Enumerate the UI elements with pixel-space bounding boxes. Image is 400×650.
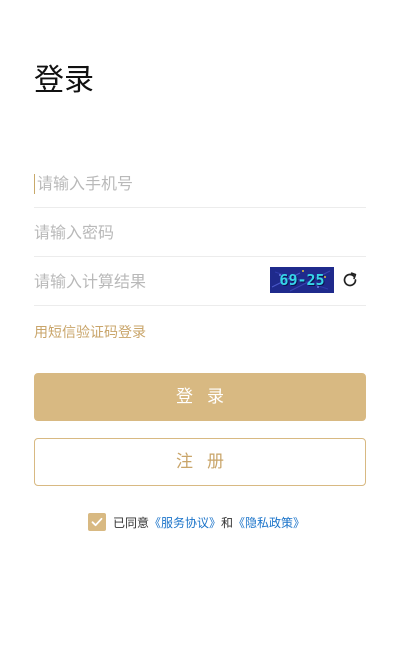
captcha-image[interactable]: 69-25: [270, 267, 334, 293]
refresh-icon[interactable]: [340, 270, 360, 290]
privacy-policy-link[interactable]: 《隐私政策》: [233, 514, 305, 531]
page-title: 登录: [34, 63, 94, 98]
password-input[interactable]: [34, 209, 264, 256]
agreement-row: 已同意 《服务协议》 和 《隐私政策》: [88, 512, 305, 532]
login-button[interactable]: 登录: [34, 373, 366, 421]
text-caret: [34, 174, 35, 194]
service-agreement-link[interactable]: 《服务协议》: [149, 514, 221, 531]
agreement-prefix: 已同意: [113, 515, 150, 530]
agreement-and: 和: [221, 515, 234, 530]
captcha-text: 69-25: [279, 271, 325, 289]
login-page: 登录 69-25 用短信验证码登录: [0, 0, 400, 650]
captcha-field: 69-25: [34, 258, 366, 306]
sms-login-link[interactable]: 用短信验证码登录: [34, 323, 146, 343]
register-button[interactable]: 注册: [34, 438, 366, 486]
phone-input[interactable]: [37, 160, 267, 207]
password-field: [34, 209, 366, 257]
phone-field: [34, 160, 366, 208]
captcha-answer-input[interactable]: [34, 258, 264, 305]
agreement-checkbox[interactable]: [88, 513, 106, 531]
check-icon: [91, 517, 103, 527]
